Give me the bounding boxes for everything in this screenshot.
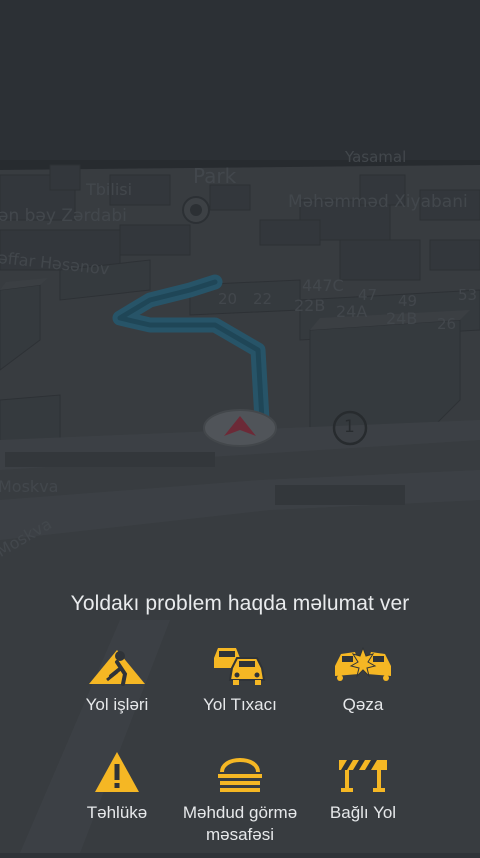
crash-icon (335, 646, 391, 681)
report-label: Yol işləri (85, 695, 149, 714)
map-label-house-number: 49 (398, 292, 418, 310)
map-label-house-number: 26 (437, 315, 457, 333)
report-limited-visibility-button[interactable]: Məhdud görmə məsafəsi (170, 750, 310, 850)
map-label-street: Moskva (0, 477, 59, 496)
map-label-district: Yasamal (345, 148, 407, 166)
map-label-house-number: 22B (294, 296, 326, 315)
report-hazard-button[interactable]: Təhlükə (47, 750, 187, 850)
report-crash-button[interactable]: Qəza (293, 642, 433, 742)
map-label-house-number: 22 (253, 290, 273, 308)
map-label-house-number: 24A (336, 302, 368, 321)
map-label-street: ən bəy Zərdabi (0, 206, 127, 226)
map-label-house-number: 47 (358, 286, 378, 304)
map-label-street: Məhəmməd Xiyabani (288, 192, 468, 212)
report-label: Məhdud görmə məsafəsi (182, 803, 298, 844)
map-label-poi: Park (193, 164, 237, 188)
report-problem-panel: Yoldakı problem haqda məlumat ver Yol iş… (0, 570, 480, 853)
fog-icon (218, 758, 262, 792)
report-label: Qəza (342, 695, 384, 714)
report-traffic-jam-button[interactable]: Yol Tıxacı (170, 642, 310, 742)
report-label: Təhlükə (86, 803, 148, 822)
report-road-closed-button[interactable]: Bağlı Yol (293, 750, 433, 850)
hazard-icon (95, 752, 139, 792)
road-works-icon (89, 650, 145, 686)
report-label: Yol Tıxacı (203, 695, 277, 714)
report-label: Bağlı Yol (329, 803, 397, 822)
map-label-house-number: 24B (386, 309, 418, 328)
map-label-house-number: 447C (302, 276, 344, 295)
map-label-house-number: 20 (218, 290, 238, 308)
map-label-street: Tbilisi (86, 180, 133, 199)
panel-title: Yoldakı problem haqda məlumat ver (70, 592, 410, 615)
road-closed-icon (339, 760, 387, 792)
map-label-house-number: 1 (344, 417, 355, 437)
traffic-jam-icon (214, 648, 266, 685)
map-label-house-number: 53 (458, 286, 478, 304)
report-road-works-button[interactable]: Yol işləri (47, 642, 187, 742)
